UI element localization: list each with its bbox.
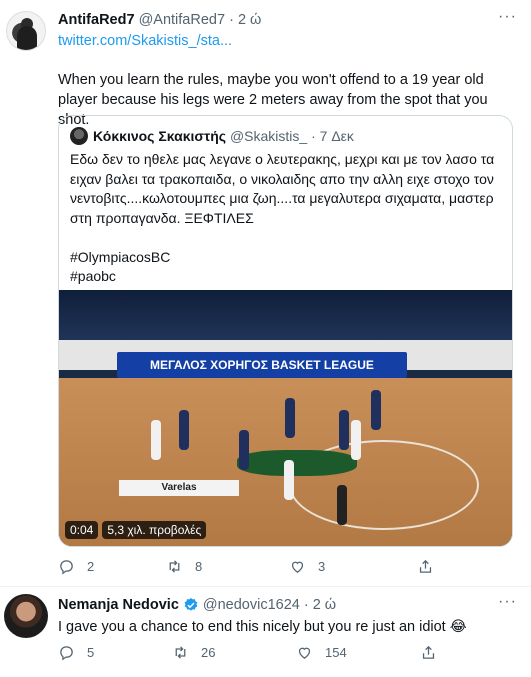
reply-count: 5 bbox=[87, 645, 95, 660]
retweet-icon bbox=[175, 646, 186, 659]
share-button[interactable] bbox=[420, 644, 449, 661]
player-figure bbox=[339, 410, 349, 450]
verified-badge-icon bbox=[184, 598, 198, 611]
timestamp[interactable]: 2 ώ bbox=[313, 597, 336, 613]
tweet-actions: 5 26 154 bbox=[58, 644, 449, 661]
retweet-count: 26 bbox=[201, 645, 216, 660]
like-button[interactable]: 3 bbox=[289, 558, 417, 575]
separator-dot: · bbox=[229, 12, 234, 28]
hashtag-olympiacos[interactable]: #OlympiacosBC bbox=[70, 248, 502, 268]
reply-count: 2 bbox=[87, 559, 95, 574]
like-count: 154 bbox=[325, 645, 347, 660]
video-views: 5,3 χιλ. προβολές bbox=[102, 521, 207, 539]
quoted-avatar[interactable] bbox=[70, 127, 88, 145]
display-name[interactable]: AntifaRed7 bbox=[58, 12, 135, 28]
court-logo bbox=[237, 450, 357, 476]
player-figure bbox=[284, 460, 294, 500]
user-handle[interactable]: @AntifaRed7 bbox=[139, 12, 225, 28]
separator-dot: · bbox=[311, 128, 316, 144]
avatar[interactable] bbox=[6, 11, 46, 51]
like-button[interactable]: 154 bbox=[296, 644, 420, 661]
more-options-icon[interactable]: ··· bbox=[498, 8, 517, 26]
quoted-user-handle[interactable]: @Skakistis_ bbox=[230, 128, 307, 144]
timestamp[interactable]: 2 ώ bbox=[238, 12, 261, 28]
hashtag-paobc[interactable]: #paobc bbox=[70, 267, 502, 287]
like-count: 3 bbox=[318, 559, 326, 574]
tweet-link[interactable]: twitter.com/Skakistis_/sta... bbox=[58, 33, 232, 49]
retweet-button[interactable]: 8 bbox=[166, 558, 289, 575]
tweet-nedovic[interactable]: Nemanja Nedovic @nedovic1624 · 2 ώ ··· I… bbox=[0, 588, 531, 677]
video-duration: 0:04 bbox=[65, 521, 99, 539]
player-figure bbox=[239, 430, 249, 470]
quoted-tweet[interactable]: Κόκκινος Σκακιστής @Skakistis_ · 7 Δεκ Ε… bbox=[58, 115, 513, 547]
video-info: 0:04 5,3 χιλ. προβολές bbox=[65, 521, 207, 539]
share-button[interactable] bbox=[417, 558, 446, 575]
quoted-text-block: Εδω δεν το ηθελε μας λεγανε ο λευτερακης… bbox=[70, 150, 502, 287]
player-figure bbox=[285, 398, 295, 438]
tweet-header: AntifaRed7 @AntifaRed7 · 2 ώ bbox=[58, 12, 261, 28]
tweet-actions: 2 8 3 bbox=[58, 558, 446, 575]
heart-icon bbox=[298, 647, 311, 659]
display-name[interactable]: Nemanja Nedovic bbox=[58, 597, 179, 613]
quoted-header: Κόκκινος Σκακιστής @Skakistis_ · 7 Δεκ bbox=[93, 128, 354, 144]
share-icon bbox=[422, 645, 435, 659]
more-options-icon[interactable]: ··· bbox=[498, 593, 517, 611]
video-sponsor-banner: ΜΕΓΑΛΟΣ ΧΟΡΗΓΟΣ BASKET LEAGUE bbox=[117, 352, 407, 378]
video-player[interactable]: ΜΕΓΑΛΟΣ ΧΟΡΗΓΟΣ BASKET LEAGUE Varelas 0:… bbox=[59, 290, 512, 546]
quoted-display-name[interactable]: Κόκκινος Σκακιστής bbox=[93, 128, 226, 144]
retweet-button[interactable]: 26 bbox=[172, 644, 296, 661]
quoted-text: Εδω δεν το ηθελε μας λεγανε ο λευτερακης… bbox=[70, 151, 495, 226]
reply-icon bbox=[60, 646, 73, 661]
retweet-count: 8 bbox=[195, 559, 203, 574]
court-sponsor: Varelas bbox=[119, 480, 239, 496]
player-figure bbox=[151, 420, 161, 460]
reply-button[interactable]: 5 bbox=[58, 644, 172, 661]
retweet-icon bbox=[169, 560, 180, 573]
player-figure bbox=[371, 390, 381, 430]
tweet-antifared7[interactable]: AntifaRed7 @AntifaRed7 · 2 ώ ··· twitter… bbox=[0, 0, 531, 587]
separator-dot: · bbox=[303, 597, 309, 613]
reply-icon bbox=[60, 560, 73, 575]
heart-icon bbox=[291, 561, 304, 573]
quoted-timestamp[interactable]: 7 Δεκ bbox=[320, 128, 354, 144]
tweet-header: Nemanja Nedovic @nedovic1624 · 2 ώ bbox=[58, 597, 336, 613]
avatar[interactable] bbox=[4, 594, 48, 638]
player-figure bbox=[179, 410, 189, 450]
tweet-text: I gave you a chance to end this nicely b… bbox=[58, 619, 467, 635]
share-icon bbox=[419, 559, 432, 573]
player-figure bbox=[351, 420, 361, 460]
referee-figure bbox=[337, 485, 347, 525]
reply-button[interactable]: 2 bbox=[58, 558, 166, 575]
user-handle[interactable]: @nedovic1624 bbox=[203, 597, 300, 613]
